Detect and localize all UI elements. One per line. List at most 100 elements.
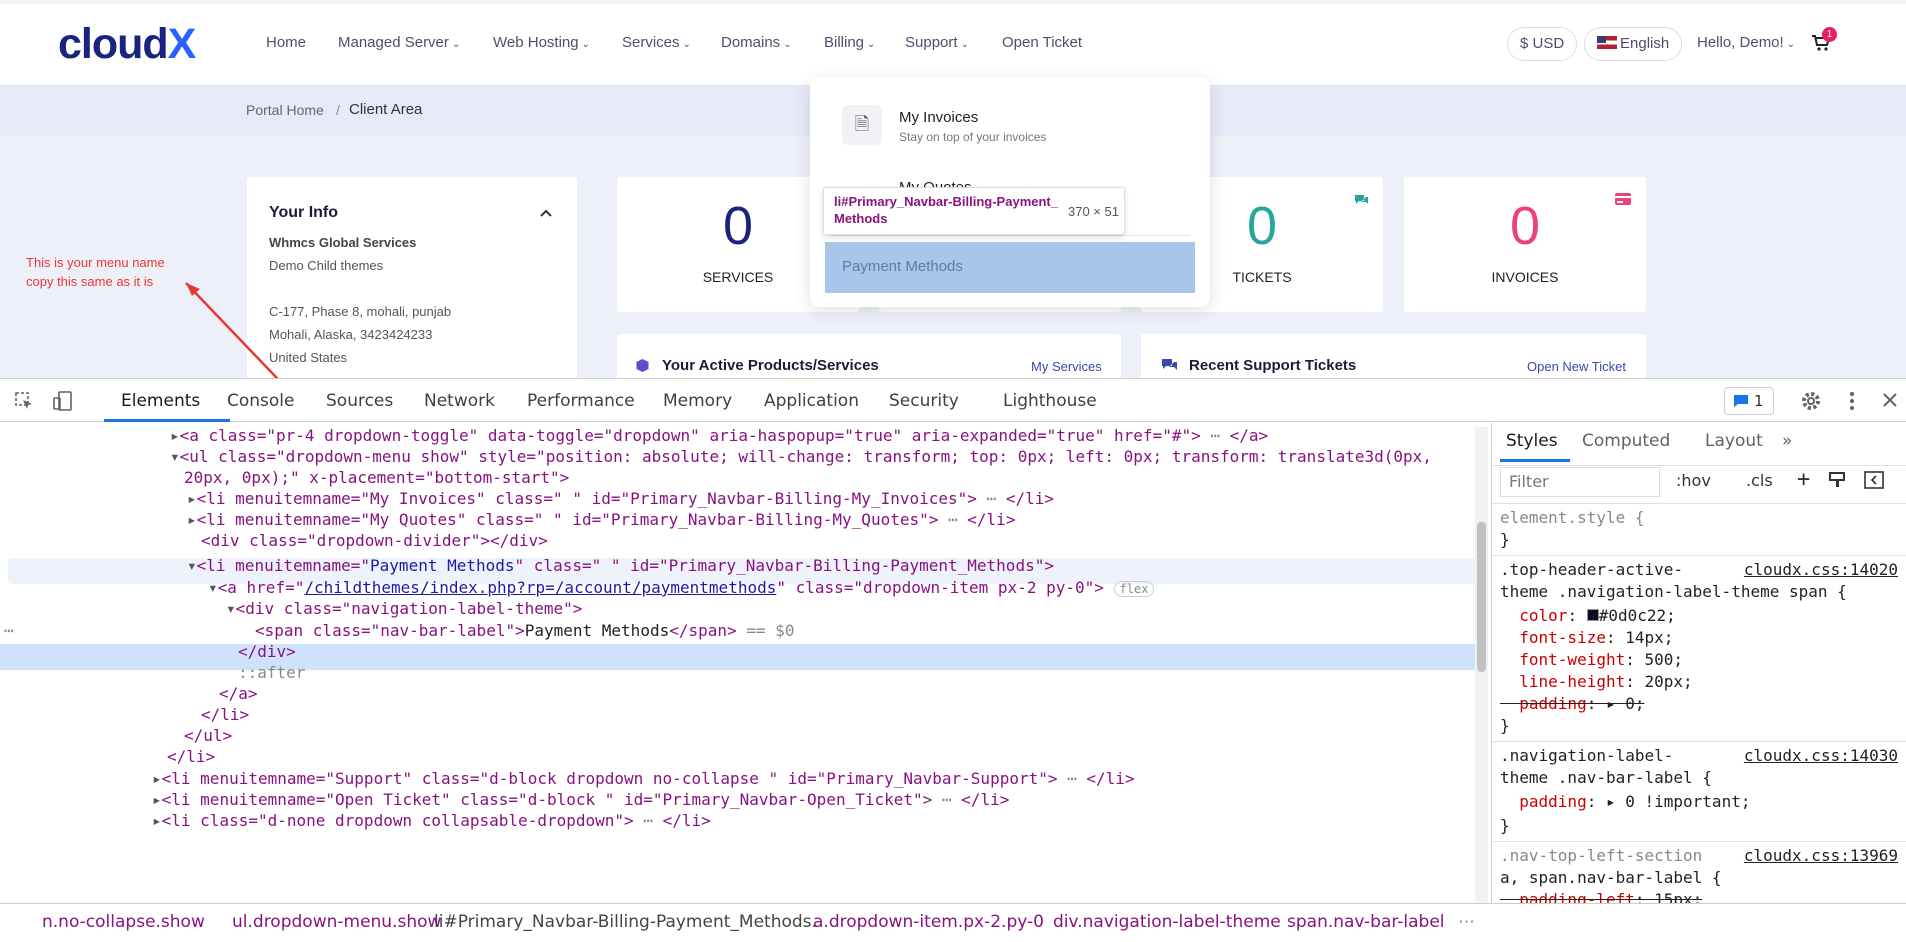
website-viewport: cloudX Home Managed Server ⌄ Web Hosting ⌄…: [0, 0, 1906, 378]
nav-services[interactable]: Services ⌄: [622, 34, 691, 51]
tab-console[interactable]: Console: [227, 391, 295, 411]
nav-support[interactable]: Support ⌄: [905, 34, 969, 51]
chevron-up-icon[interactable]: [539, 208, 553, 218]
my-services-link[interactable]: My Services: [1031, 359, 1102, 374]
divider: [1492, 741, 1906, 742]
dom-scrollbar-thumb[interactable]: [1477, 522, 1486, 672]
inspect-element-icon[interactable]: [14, 391, 34, 411]
nav-open-ticket[interactable]: Open Ticket: [1002, 34, 1082, 51]
divider: [1492, 841, 1906, 842]
dom-ellipsis[interactable]: ⋯: [4, 618, 14, 644]
tab-layout[interactable]: Layout: [1705, 431, 1763, 451]
breadcrumb-home[interactable]: Portal Home: [246, 102, 324, 118]
invoices-count: 0: [1509, 196, 1541, 256]
crumb-item[interactable]: ul.dropdown-menu.show: [232, 912, 441, 932]
dom-tree[interactable]: ▸<a class="pr-4 dropdown-toggle" data-to…: [0, 423, 1490, 903]
chevron-down-icon: ⌄: [682, 39, 691, 50]
cls-toggle[interactable]: .cls: [1746, 471, 1773, 490]
settings-gear-icon[interactable]: [1800, 390, 1822, 412]
menu-payment-methods[interactable]: Payment Methods: [842, 258, 963, 275]
styles-sidebar: Styles Computed Layout » Filter :hov .cl…: [1491, 423, 1906, 903]
dom-line[interactable]: ▸<li class="d-none dropdown collapsable-…: [152, 808, 711, 834]
dom-line[interactable]: <div class="dropdown-divider"></div>: [201, 528, 548, 554]
tooltip-selector: li#Primary_Navbar-Billing-Payment_Method…: [834, 194, 1058, 226]
paint-brush-icon[interactable]: [1828, 471, 1846, 489]
annotation-note: This is your menu name copy this same as …: [26, 255, 165, 289]
add-rule-icon[interactable]: +: [1797, 467, 1810, 492]
menu-divider: [830, 235, 1190, 236]
tab-application[interactable]: Application: [764, 391, 859, 411]
more-options-icon[interactable]: [1848, 390, 1856, 412]
selected-node-bg: [0, 644, 1476, 670]
active-products-title: Your Active Products/Services: [662, 357, 879, 374]
chevron-down-icon: ⌄: [783, 39, 792, 50]
open-new-ticket-link[interactable]: Open New Ticket: [1527, 359, 1626, 374]
us-flag-icon: [1597, 36, 1617, 49]
issues-button[interactable]: 1: [1724, 387, 1774, 415]
nav-managed-server[interactable]: Managed Server ⌄: [338, 34, 460, 51]
chevron-down-icon: ⌄: [867, 39, 876, 50]
site-header: cloudX Home Managed Server ⌄ Web Hosting ⌄…: [0, 0, 1906, 86]
more-tabs-button[interactable]: »: [1782, 431, 1792, 451]
styles-tab-indicator: [1500, 459, 1570, 462]
crumb-item[interactable]: div.navigation-label-theme: [1053, 912, 1281, 932]
styles-filter-input[interactable]: Filter: [1500, 467, 1660, 497]
dom-line-selected-span[interactable]: <span class="nav-bar-label">Payment Meth…: [255, 618, 794, 644]
tab-elements[interactable]: Elements: [121, 391, 200, 411]
cloudx-logo[interactable]: cloudX: [58, 20, 196, 69]
active-products-panel: Your Active Products/Services My Service…: [617, 334, 1121, 378]
crumb-item[interactable]: a.dropdown-item.px-2.py-0: [813, 912, 1044, 932]
theme-name: Demo Child themes: [269, 258, 384, 273]
breadcrumb-current: Client Area: [349, 101, 423, 118]
crumb-item[interactable]: n.no-collapse.show: [42, 912, 205, 932]
nav-web-hosting[interactable]: Web Hosting ⌄: [493, 34, 590, 51]
tab-styles[interactable]: Styles: [1506, 431, 1558, 451]
crumb-item[interactable]: li#Primary_Navbar-Billing-Payment_Method…: [434, 912, 817, 932]
hov-toggle[interactable]: :hov: [1676, 471, 1711, 490]
devtools-toolbar: Elements Console Sources Network Perform…: [0, 379, 1906, 422]
dom-breadcrumbs: n.no-collapse.show ul.dropdown-menu.show…: [0, 903, 1906, 942]
chevron-down-icon: ⌄: [451, 39, 461, 50]
devtools-panel: Elements Console Sources Network Perform…: [0, 378, 1906, 942]
close-icon[interactable]: [1882, 392, 1898, 408]
address-line-2: Mohali, Alaska, 3423424233: [269, 327, 433, 342]
chevron-down-icon: ⌄: [581, 39, 590, 50]
support-tickets-title: Recent Support Tickets: [1189, 357, 1357, 374]
inspect-tooltip: li#Primary_Navbar-Billing-Payment_Method…: [823, 187, 1125, 235]
support-tickets-panel: Recent Support Tickets Open New Ticket: [1141, 334, 1646, 378]
currency-button[interactable]: $ USD: [1507, 27, 1578, 61]
stylesheet-link[interactable]: cloudx.css:13969: [1744, 845, 1898, 867]
comments-icon: [1162, 359, 1177, 370]
nav-domains[interactable]: Domains ⌄: [721, 34, 792, 51]
divider: [1492, 503, 1906, 504]
tab-sources[interactable]: Sources: [326, 391, 393, 411]
tab-performance[interactable]: Performance: [527, 391, 635, 411]
nav-billing[interactable]: Billing ⌄: [824, 34, 875, 51]
tab-lighthouse[interactable]: Lighthouse: [1003, 391, 1097, 411]
nav-home[interactable]: Home: [266, 34, 306, 51]
crumb-more[interactable]: ⋯: [1458, 912, 1475, 932]
invoices-stat-card[interactable]: 0 INVOICES: [1404, 177, 1646, 312]
device-toolbar-icon[interactable]: [52, 390, 74, 412]
account-menu[interactable]: Hello, Demo! ⌄: [1697, 34, 1795, 51]
menu-my-invoices-subtitle: Stay on top of your invoices: [899, 130, 1047, 144]
invoices-label: INVOICES: [1491, 269, 1559, 285]
divider: [1492, 465, 1906, 466]
active-tab-indicator: [104, 419, 230, 422]
tab-memory[interactable]: Memory: [663, 391, 732, 411]
tab-network[interactable]: Network: [424, 391, 495, 411]
crumb-item[interactable]: span.nav-bar-label: [1287, 912, 1445, 932]
tab-computed[interactable]: Computed: [1582, 431, 1670, 451]
address-line-1: C-177, Phase 8, mohali, punjab: [269, 304, 452, 319]
menu-payment-methods-highlight[interactable]: Payment Methods: [825, 242, 1195, 293]
toggle-sidebar-icon[interactable]: [1864, 471, 1884, 489]
your-info-card: Your Info Whmcs Global Services Demo Chi…: [247, 177, 577, 378]
invoice-icon: 🗎: [842, 105, 882, 145]
cart-count-badge: 1: [1822, 27, 1837, 42]
company-name: Whmcs Global Services: [269, 235, 417, 250]
tab-security[interactable]: Security: [889, 391, 959, 411]
language-button[interactable]: English: [1584, 27, 1683, 61]
menu-my-invoices[interactable]: My Invoices: [899, 109, 978, 126]
stylesheet-link[interactable]: cloudx.css:14030: [1744, 745, 1898, 767]
stylesheet-link[interactable]: cloudx.css:14020: [1744, 559, 1898, 581]
